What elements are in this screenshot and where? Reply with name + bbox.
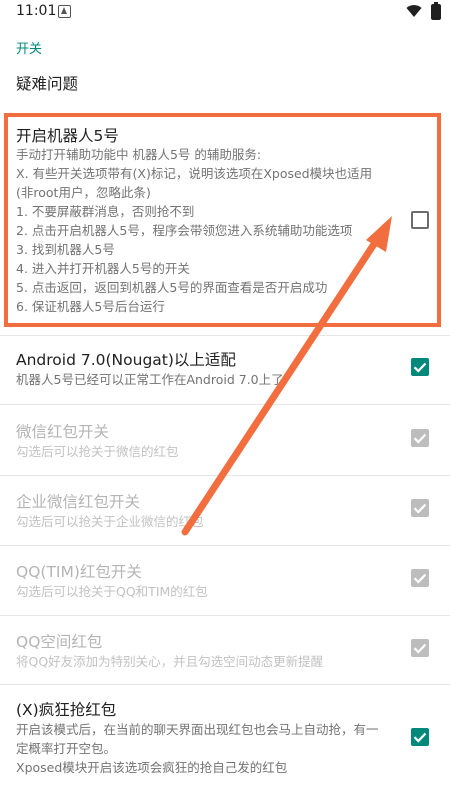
check-icon [413,362,427,373]
pref-title: QQ空间红包 [16,633,103,651]
check-icon [413,503,427,514]
troubleshoot-item[interactable]: 疑难问题 [16,72,78,94]
status-bar: 11:01 [0,0,450,24]
qq-checkbox [411,569,429,587]
divider [0,404,450,405]
pref-title: 开启机器人5号 [16,127,119,145]
divider [0,545,450,546]
pref-summary: 勾选后可以抢关于QQ和TIM的红包 [16,584,208,599]
wechat-redpacket-pref: 微信红包开关 勾选后可以抢关于微信的红包 [0,410,450,470]
pref-summary: 勾选后可以抢关于企业微信的红包 [16,514,204,529]
wifi-icon [406,5,422,18]
nougat-adapt-pref[interactable]: Android 7.0(Nougat)以上适配 机器人5号已经可以正常工作在An… [0,340,450,400]
battery-icon [431,2,441,20]
crazy-grab-pref[interactable]: (X)疯狂抢红包 开启该模式后，在当前的聊天界面出现红包也会马上自动抢，有一定概… [0,690,450,795]
pref-summary: 开启该模式后，在当前的聊天界面出现红包也会马上自动抢，有一定概率打开空包。 Xp… [16,722,379,775]
pref-title: 企业微信红包开关 [16,493,141,511]
pref-title: Android 7.0(Nougat)以上适配 [16,351,236,369]
divider [0,684,450,685]
pref-summary: 机器人5号已经可以正常工作在Android 7.0上了 [16,372,284,387]
crazy-grab-checkbox[interactable] [411,728,429,746]
pref-summary: 勾选后可以抢关于微信的红包 [16,444,179,459]
check-icon [413,643,427,654]
divider [0,475,450,476]
qzone-checkbox [411,639,429,657]
status-time: 11:01 [16,3,57,19]
check-icon [413,732,427,743]
wework-checkbox [411,499,429,517]
accessibility-checkbox[interactable] [411,211,429,229]
pref-title: 微信红包开关 [16,423,110,441]
qzone-redpacket-pref: QQ空间红包 将QQ好友添加为特别关心，并且勾选空间动态更新提醒 [0,620,450,680]
divider [0,335,450,336]
wechat-checkbox [411,429,429,447]
pref-title: QQ(TIM)红包开关 [16,563,142,581]
pref-summary: 手动打开辅助功能中 机器人5号 的辅助服务: X. 有些开关选项带有(X)标记，… [16,147,373,314]
notification-icon [58,5,71,18]
check-icon [413,433,427,444]
pref-title: (X)疯狂抢红包 [16,701,117,719]
wework-redpacket-pref: 企业微信红包开关 勾选后可以抢关于企业微信的红包 [0,480,450,540]
category-title: 开关 [16,42,43,57]
pref-summary: 将QQ好友添加为特别关心，并且勾选空间动态更新提醒 [16,654,324,669]
accessibility-service-pref[interactable]: 开启机器人5号 手动打开辅助功能中 机器人5号 的辅助服务: X. 有些开关选项… [0,118,450,328]
qq-redpacket-pref: QQ(TIM)红包开关 勾选后可以抢关于QQ和TIM的红包 [0,550,450,610]
divider [0,615,450,616]
check-icon [413,573,427,584]
nougat-checkbox[interactable] [411,358,429,376]
